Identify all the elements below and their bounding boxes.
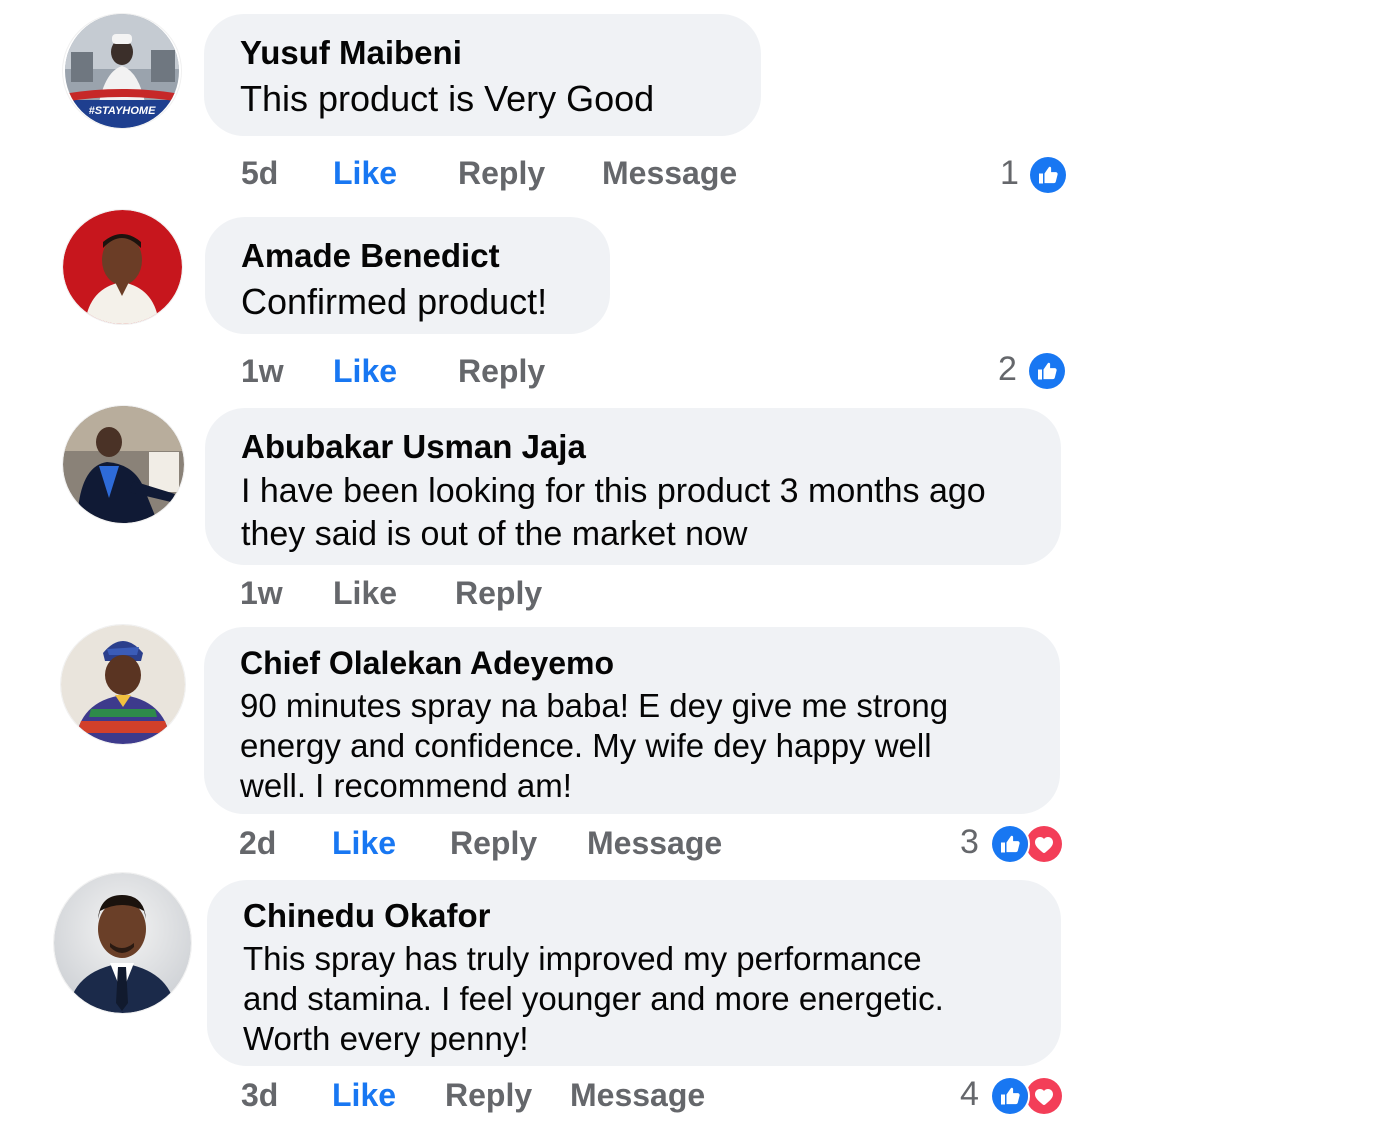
reaction-summary[interactable]: 2 bbox=[988, 349, 1078, 391]
comment-text: I have been looking for this product 3 m… bbox=[241, 472, 986, 553]
comment-bubble: Abubakar Usman Jaja I have been looking … bbox=[205, 408, 1061, 565]
comment-author[interactable]: Abubakar Usman Jaja bbox=[241, 428, 1027, 466]
avatar-photo bbox=[54, 873, 191, 1013]
avatar-photo bbox=[63, 406, 184, 523]
love-icon bbox=[1024, 1076, 1064, 1116]
comment-text: 90 minutes spray na baba! E dey give me … bbox=[240, 687, 949, 804]
comment-bubble: Chief Olalekan Adeyemo 90 minutes spray … bbox=[204, 627, 1060, 814]
message-button[interactable]: Message bbox=[570, 1075, 705, 1115]
comment-actions: 1w Like Reply bbox=[0, 573, 700, 613]
comment-bubble: Amade Benedict Confirmed product! bbox=[205, 217, 610, 334]
reaction-summary[interactable]: 4 bbox=[950, 1074, 1070, 1116]
like-icon bbox=[990, 824, 1030, 864]
comment-actions: 3d Like Reply Message bbox=[0, 1075, 800, 1115]
comment-bubble: Chinedu Okafor This spray has truly impr… bbox=[207, 880, 1061, 1066]
like-button[interactable]: Like bbox=[333, 153, 397, 193]
comment-author[interactable]: Amade Benedict bbox=[241, 237, 576, 275]
reaction-summary[interactable]: 1 bbox=[990, 153, 1080, 195]
like-button[interactable]: Like bbox=[332, 823, 396, 863]
avatar[interactable] bbox=[63, 210, 182, 324]
reply-button[interactable]: Reply bbox=[450, 823, 537, 863]
comment-bubble: Yusuf Maibeni This product is Very Good bbox=[204, 14, 761, 136]
comment-author[interactable]: Chief Olalekan Adeyemo bbox=[240, 644, 1026, 682]
comment-author[interactable]: Yusuf Maibeni bbox=[240, 34, 727, 72]
like-button[interactable]: Like bbox=[333, 351, 397, 391]
comment-timestamp[interactable]: 2d bbox=[239, 823, 276, 863]
reply-button[interactable]: Reply bbox=[455, 573, 542, 613]
reply-button[interactable]: Reply bbox=[458, 351, 545, 391]
reaction-summary[interactable]: 3 bbox=[950, 822, 1070, 864]
like-icon bbox=[1027, 351, 1067, 391]
love-icon bbox=[1024, 824, 1064, 864]
message-button[interactable]: Message bbox=[602, 153, 737, 193]
comment-timestamp[interactable]: 3d bbox=[241, 1075, 278, 1115]
comment-timestamp[interactable]: 1w bbox=[240, 573, 283, 613]
comment-actions: 2d Like Reply Message bbox=[0, 823, 800, 863]
avatar[interactable] bbox=[54, 873, 191, 1013]
reply-button[interactable]: Reply bbox=[445, 1075, 532, 1115]
avatar[interactable]: #STAYHOME bbox=[63, 14, 181, 128]
avatar[interactable] bbox=[61, 625, 185, 744]
reply-button[interactable]: Reply bbox=[458, 153, 545, 193]
avatar-photo bbox=[63, 210, 182, 324]
like-button[interactable]: Like bbox=[333, 573, 397, 613]
avatar[interactable] bbox=[63, 406, 184, 523]
comment-text: Confirmed product! bbox=[241, 281, 548, 322]
avatar-caption: #STAYHOME bbox=[89, 105, 156, 117]
reaction-count: 1 bbox=[1000, 154, 1019, 192]
avatar-photo: #STAYHOME bbox=[65, 14, 179, 128]
comment-text: This product is Very Good bbox=[240, 78, 655, 119]
reaction-count: 2 bbox=[998, 350, 1017, 388]
reaction-count: 4 bbox=[960, 1075, 979, 1113]
comment-text: This spray has truly improved my perform… bbox=[243, 940, 944, 1057]
reaction-count: 3 bbox=[960, 823, 979, 861]
avatar-photo bbox=[61, 625, 185, 744]
comment-timestamp[interactable]: 5d bbox=[241, 153, 278, 193]
comment-actions: 5d Like Reply Message bbox=[0, 153, 800, 193]
message-button[interactable]: Message bbox=[587, 823, 722, 863]
like-icon bbox=[1028, 155, 1068, 195]
like-icon bbox=[990, 1076, 1030, 1116]
comment-author[interactable]: Chinedu Okafor bbox=[243, 897, 1027, 935]
comment-timestamp[interactable]: 1w bbox=[241, 351, 284, 391]
like-button[interactable]: Like bbox=[332, 1075, 396, 1115]
comment-actions: 1w Like Reply bbox=[0, 351, 700, 391]
